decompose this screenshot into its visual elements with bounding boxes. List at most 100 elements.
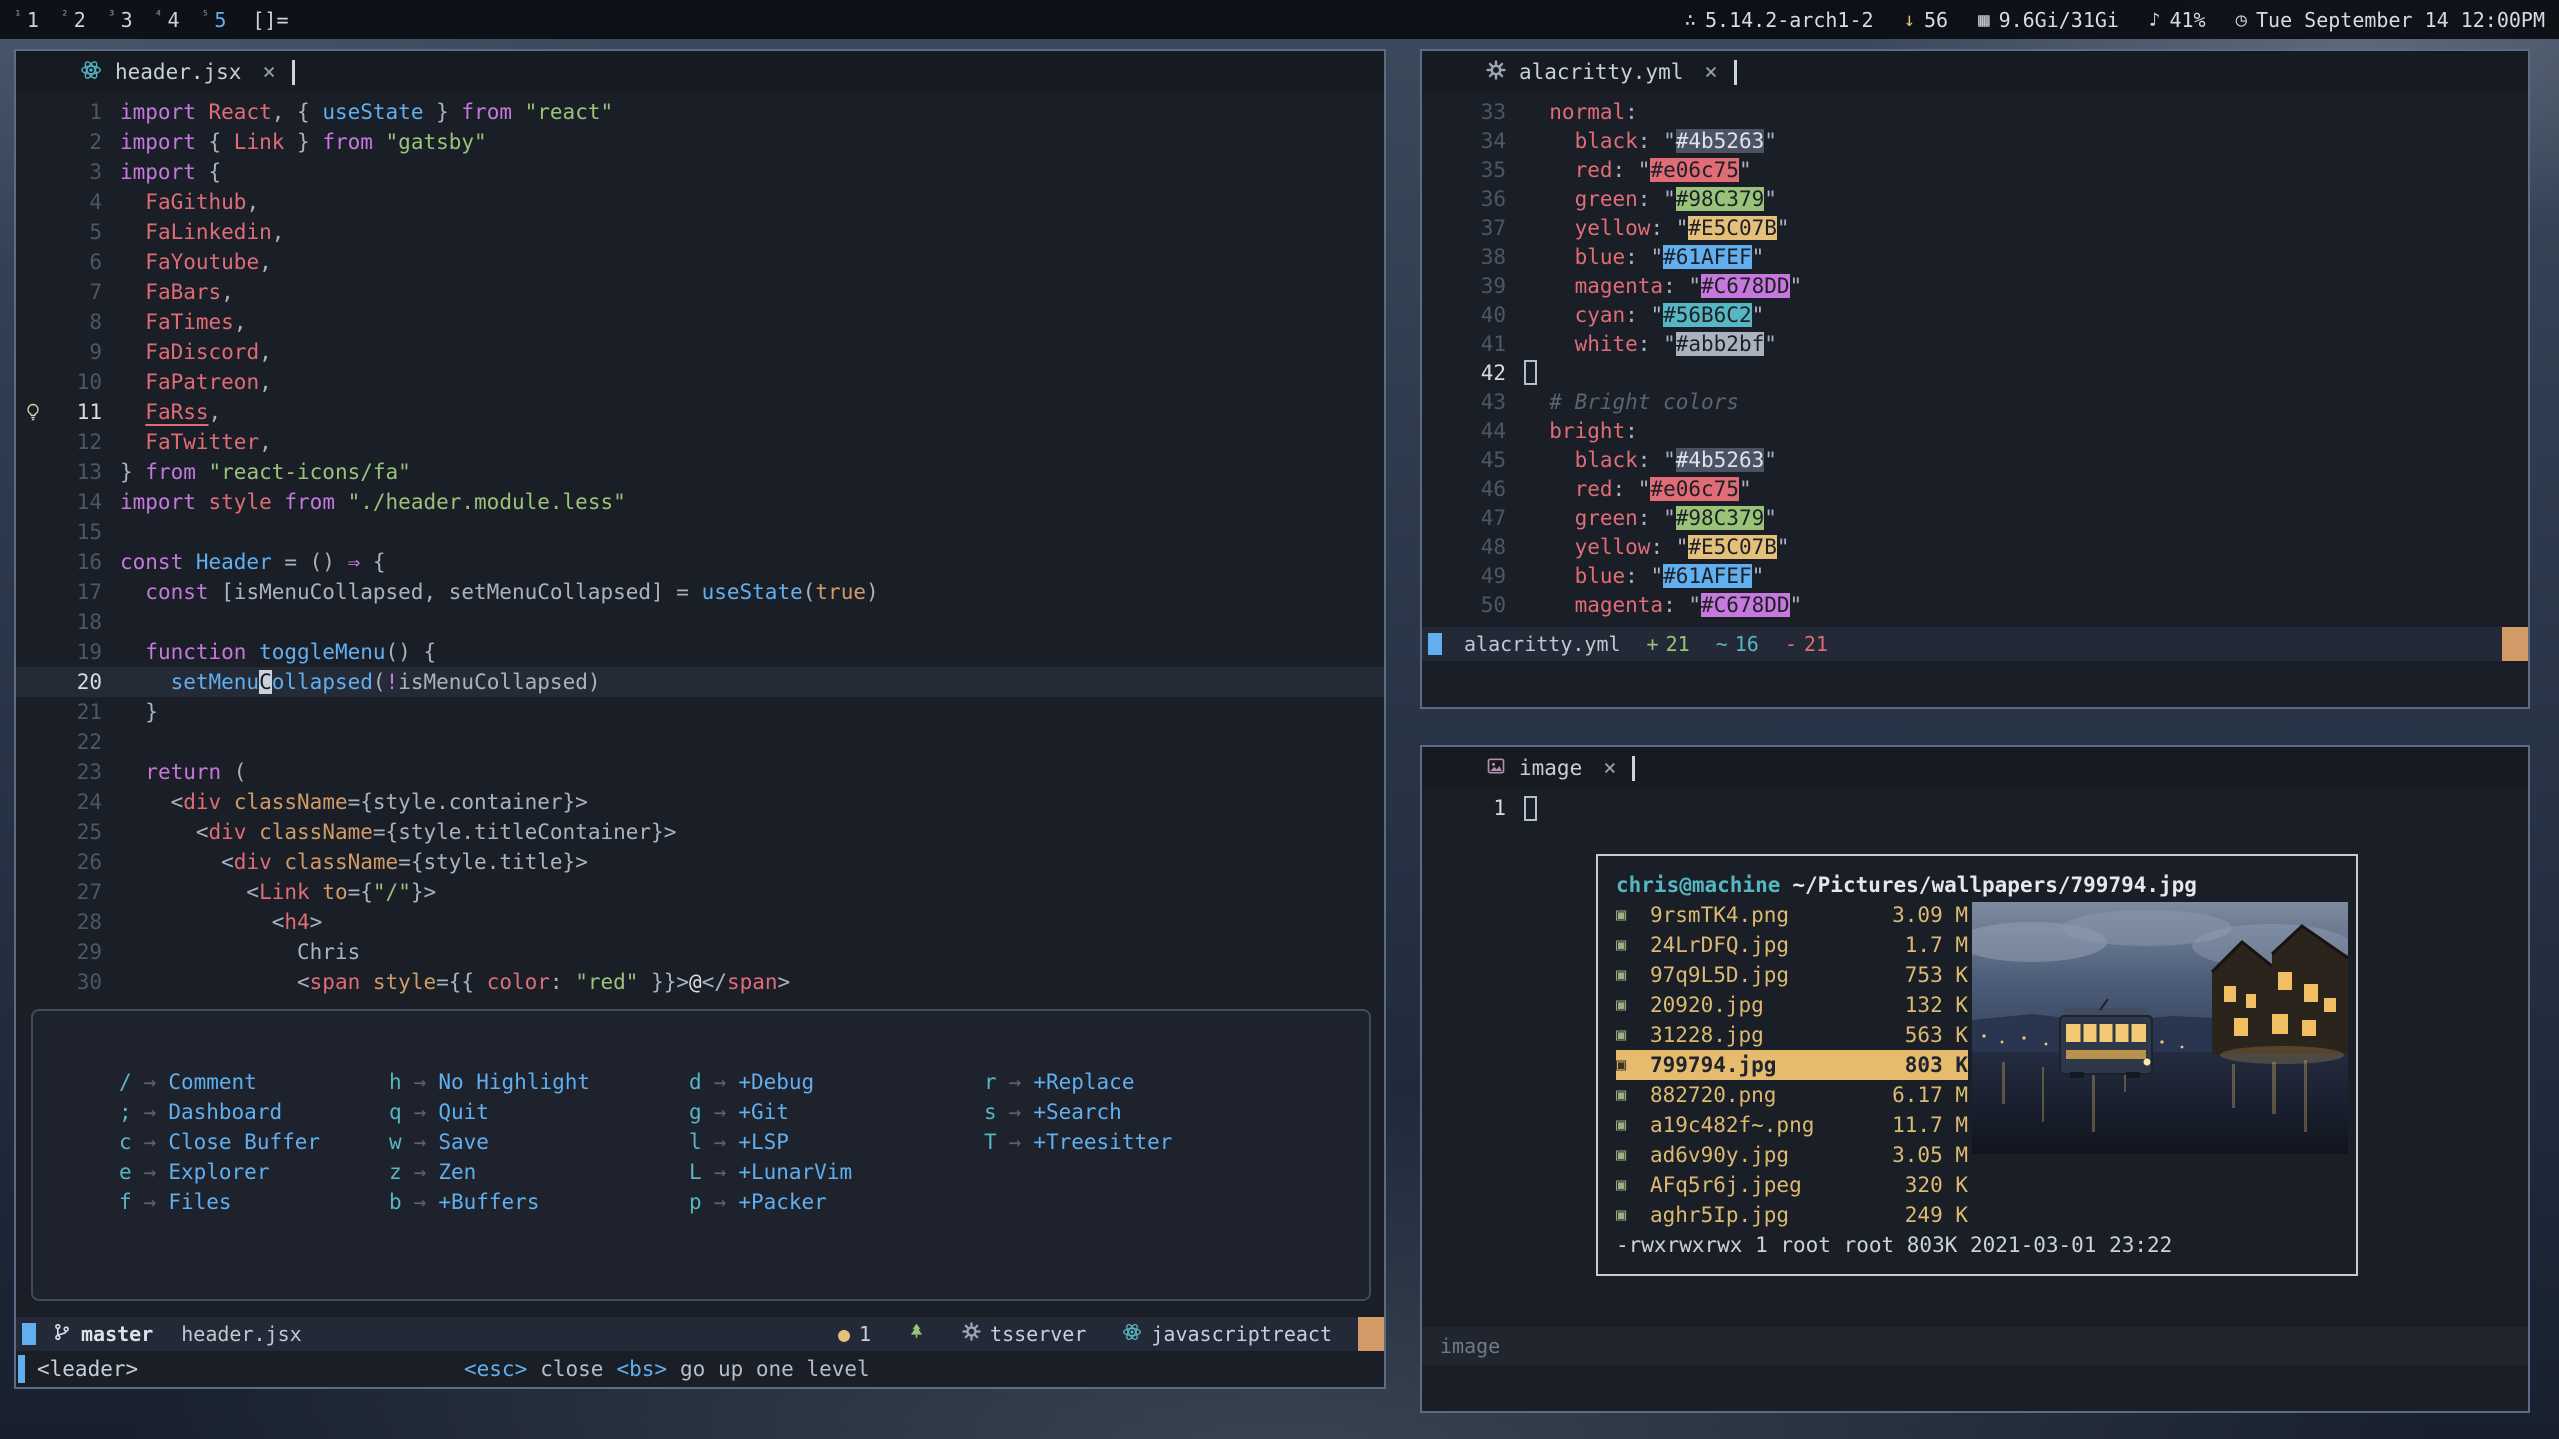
tab-close-icon[interactable]: × (262, 60, 275, 85)
window-image-preview[interactable]: image × 1 chris@machine ~/Pictures/wallp… (1420, 745, 2530, 1413)
window-editor-headerjsx[interactable]: header.jsx × 1import React, { useState }… (14, 49, 1386, 1389)
line-number: 20 (50, 670, 102, 694)
code-line: 47 green: "#98C379" (1422, 503, 2528, 532)
line-number: 28 (50, 910, 102, 934)
arrow-icon: → (144, 1130, 157, 1154)
code-area-alacritty-yml[interactable]: 33 normal:34 black: "#4b5263"35 red: "#e… (1422, 93, 2528, 627)
whichkey-label: Close Buffer (168, 1130, 320, 1154)
tab-header-jsx[interactable]: header.jsx × (80, 59, 276, 86)
line-number: 15 (50, 520, 102, 544)
file-row: ▣ad6v90y.jpg3.05 M (1616, 1140, 1968, 1170)
tab-image[interactable]: image × (1486, 756, 1616, 781)
tabline-image: image × (1422, 747, 2528, 789)
code-line: 35 red: "#e06c75" (1422, 155, 2528, 184)
hint-label-up: go up one level (680, 1357, 870, 1381)
status-volume: ♪41% (2149, 8, 2206, 32)
git-removed-icon: - (1785, 632, 1797, 656)
workspace-1[interactable]: ¹1 (14, 8, 39, 32)
diagnostics[interactable]: ● 1 (838, 1322, 871, 1346)
image-file-icon (1486, 756, 1506, 781)
prompt-line: chris@machine ~/Pictures/wallpapers/7997… (1616, 870, 2338, 900)
cmdline-image (1422, 1365, 2528, 1411)
line-text: <div className={style.container}> (120, 790, 588, 814)
whichkey-key: r (984, 1070, 997, 1094)
whichkey-key: T (984, 1130, 997, 1154)
arrow-icon: → (414, 1100, 427, 1124)
file-size: 320 K (1905, 1173, 1968, 1197)
status-memory-value: 9.6Gi/31Gi (1999, 8, 2119, 32)
whichkey-item: b→+Buffers (389, 1187, 689, 1217)
file-size: 1.7 M (1905, 933, 1968, 957)
arrow-icon: → (714, 1070, 727, 1094)
image-file-icon: ▣ (1616, 995, 1650, 1015)
workspace-number: 2 (74, 8, 86, 32)
line-text: blue: "#61AFEF" (1524, 245, 1764, 269)
code-line: 30 <span style={{ color: "red" }}>@</spa… (16, 967, 1384, 997)
image-file-icon: ▣ (1616, 1205, 1650, 1225)
whichkey-key: d (689, 1070, 702, 1094)
workspace-count: ² (61, 8, 69, 26)
line-number: 10 (50, 370, 102, 394)
arrow-icon: → (414, 1190, 427, 1214)
code-line: 8 FaTimes, (16, 307, 1384, 337)
line-text: green: "#98C379" (1524, 506, 1777, 530)
workspace-3[interactable]: ³3 (108, 8, 133, 32)
line-text: FaGithub, (120, 190, 259, 214)
tab-alacritty-yml[interactable]: alacritty.yml × (1486, 60, 1718, 85)
code-line: 46 red: "#e06c75" (1422, 474, 2528, 503)
whichkey-key: w (389, 1130, 402, 1154)
whichkey-key: c (119, 1130, 132, 1154)
whichkey-column: h→No Highlightq→Quitw→Savez→Zenb→+Buffer… (389, 1067, 689, 1217)
line-number: 24 (50, 790, 102, 814)
code-line: 21 } (16, 697, 1384, 727)
workspace-4[interactable]: ⁴4 (155, 8, 180, 32)
line-text: import { Link } from "gatsby" (120, 130, 487, 154)
statusline-filename: header.jsx (181, 1322, 301, 1346)
whichkey-key: h (389, 1070, 402, 1094)
code-line: 11 FaRss, (16, 397, 1384, 427)
statusline-alacritty: alacritty.yml + 21 ~ 16 - 21 (1422, 627, 2528, 661)
terminal-cursor (18, 1355, 25, 1383)
workspace-5[interactable]: ⁵5 (202, 8, 227, 32)
code-line: 19 function toggleMenu() { (16, 637, 1384, 667)
whichkey-column: r→+Replaces→+SearchT→+Treesitter (984, 1067, 1369, 1217)
file-name: 31228.jpg (1650, 1023, 1905, 1047)
whichkey-item: w→Save (389, 1127, 689, 1157)
user-host: chris@machine (1616, 873, 1780, 897)
mode-indicator (1428, 633, 1442, 655)
file-row: ▣aghr5Ip.jpg249 K (1616, 1200, 1968, 1230)
status-clock-value: Tue September 14 12:00PM (2256, 8, 2545, 32)
window-editor-alacritty-yml[interactable]: alacritty.yml × 33 normal:34 black: "#4b… (1420, 49, 2530, 709)
workspace-count: ⁴ (155, 8, 163, 26)
image-buffer-area[interactable]: 1 chris@machine ~/Pictures/wallpapers/79… (1422, 789, 2528, 1327)
image-file-icon: ▣ (1616, 1115, 1650, 1135)
code-line: 1 (1422, 793, 2528, 823)
statusline-filename: image (1440, 1334, 1500, 1358)
git-removed-count: 21 (1804, 632, 1828, 656)
line-text: Chris (120, 940, 360, 964)
tab-close-icon[interactable]: × (1603, 756, 1616, 781)
workspace-2[interactable]: ²2 (61, 8, 86, 32)
tab-close-icon[interactable]: × (1704, 60, 1717, 85)
code-line: 20 setMenuCollapsed(!isMenuCollapsed) (16, 667, 1384, 697)
tabline-cursor (292, 60, 295, 85)
line-text: FaYoutube, (120, 250, 272, 274)
line-number: 13 (50, 460, 102, 484)
whichkey-column: d→+Debugg→+Gitl→+LSPL→+LunarVimp→+Packer (689, 1067, 984, 1217)
arrow-icon: → (1009, 1100, 1022, 1124)
line-number: 22 (50, 730, 102, 754)
statusline-image: image (1422, 1327, 2528, 1365)
tabline-left: header.jsx × (16, 51, 1384, 93)
whichkey-label: Quit (438, 1100, 489, 1124)
workspace-switcher[interactable]: ¹1 ²2 ³3 ⁴4 ⁵5 (14, 8, 226, 32)
line-number: 36 (1422, 187, 1506, 211)
tabline-alacritty: alacritty.yml × (1422, 51, 2528, 93)
code-line: 18 (16, 607, 1384, 637)
git-branch[interactable]: master (52, 1322, 153, 1347)
whichkey-label: +Replace (1033, 1070, 1134, 1094)
file-row: ▣97q9L5D.jpg753 K (1616, 960, 1968, 990)
whichkey-item: s→+Search (984, 1097, 1369, 1127)
pending-keys: <leader> (37, 1357, 138, 1381)
file-size: 132 K (1905, 993, 1968, 1017)
code-line: 13} from "react-icons/fa" (16, 457, 1384, 487)
